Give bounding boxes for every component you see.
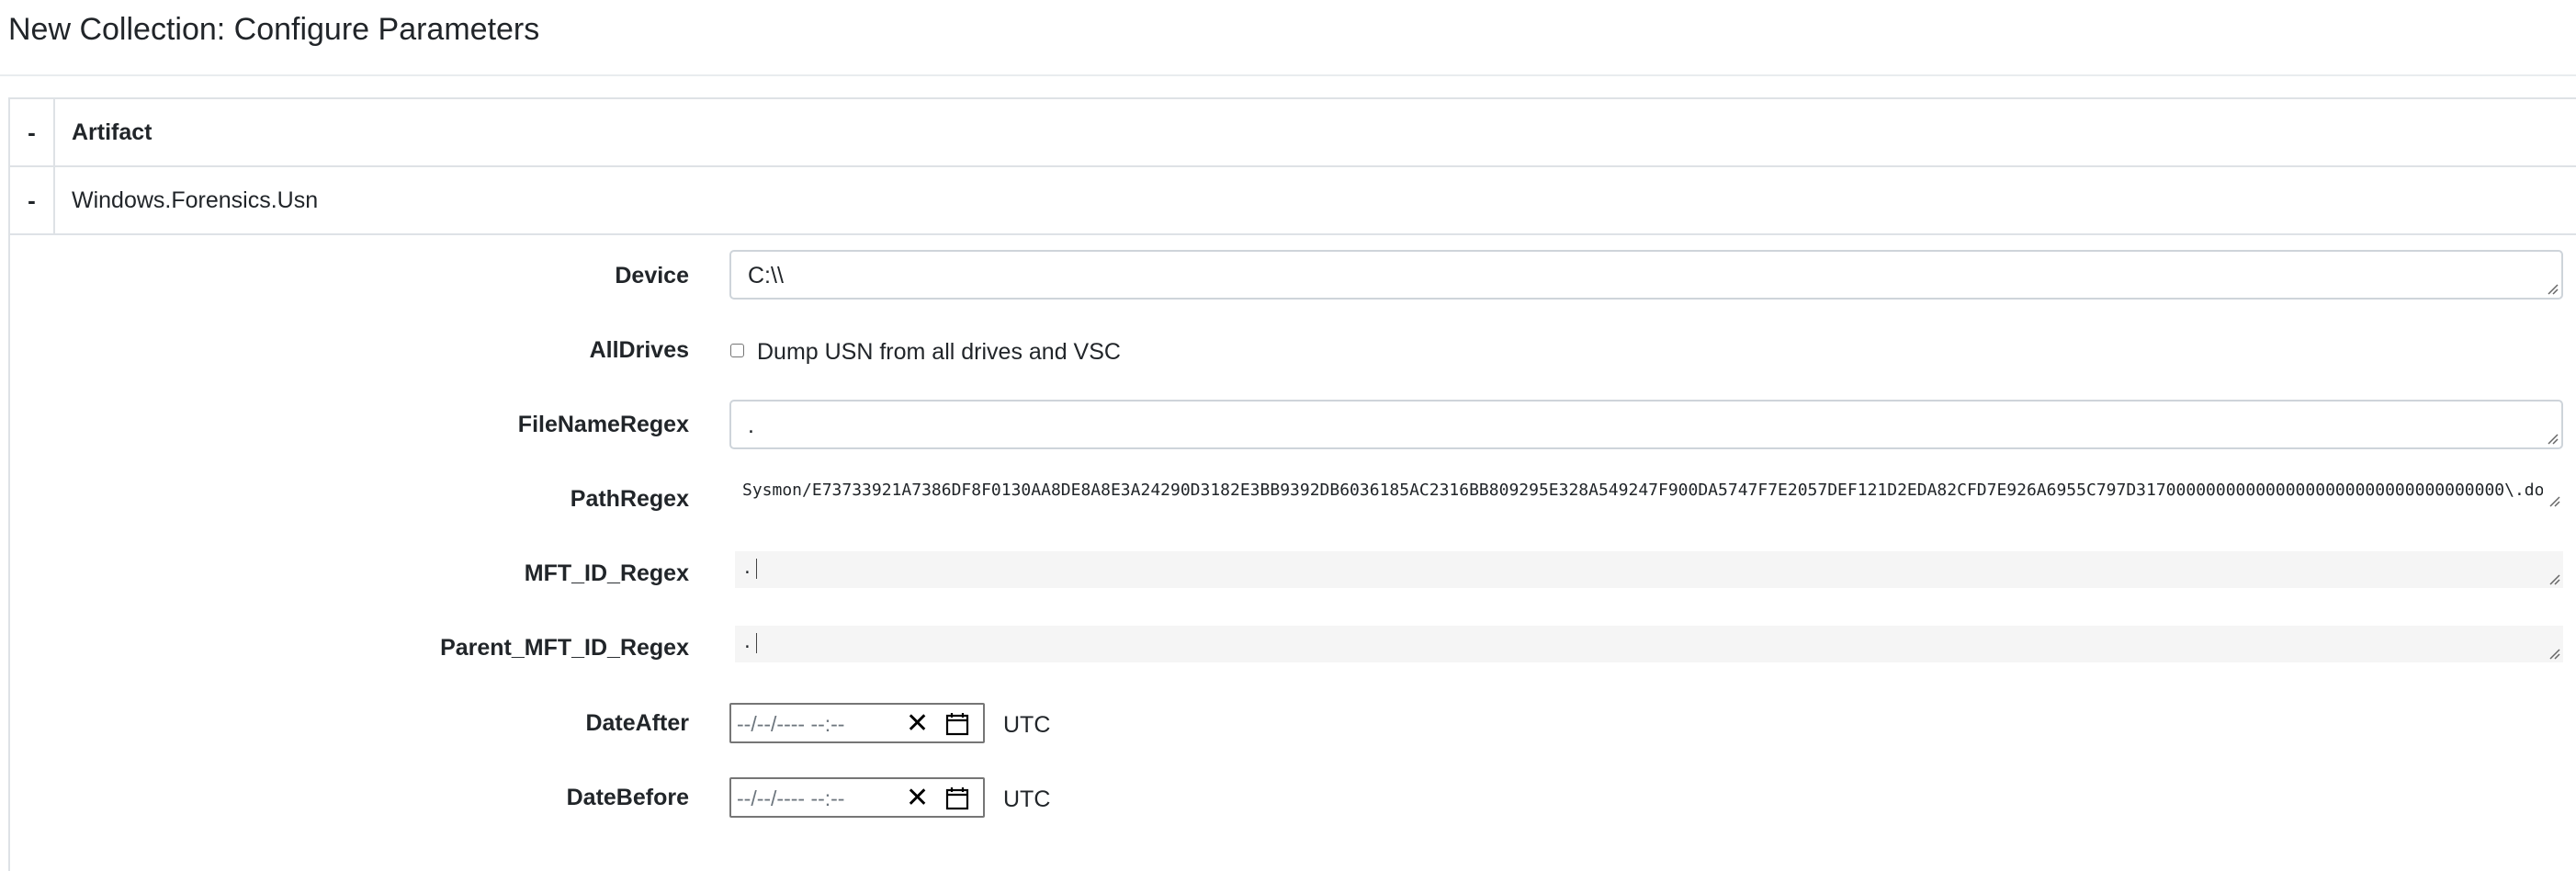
- pathregex-label: PathRegex: [570, 486, 689, 512]
- parent-mft-id-regex-editor[interactable]: .: [735, 626, 2563, 662]
- collapse-all-toggle[interactable]: -: [10, 99, 55, 165]
- mft-id-regex-value: .: [742, 559, 752, 578]
- parent-mft-id-regex-label: Parent_MFT_ID_Regex: [440, 635, 689, 661]
- datebefore-label: DateBefore: [566, 785, 689, 810]
- datebefore-input[interactable]: --/--/---- --:-- ✕: [729, 777, 985, 818]
- resize-grip-icon[interactable]: [2544, 280, 2559, 295]
- artifact-name: Windows.Forensics.Usn: [72, 187, 319, 213]
- alldrives-label: AllDrives: [589, 337, 689, 363]
- filenameregex-input[interactable]: .: [729, 400, 2563, 449]
- resize-grip-icon[interactable]: [2546, 492, 2560, 507]
- calendar-icon[interactable]: [945, 712, 969, 736]
- dateafter-placeholder: --/--/---- --:--: [737, 712, 845, 736]
- dateafter-input[interactable]: --/--/---- --:-- ✕: [729, 703, 985, 743]
- table-header-row: - Artifact: [10, 99, 2576, 167]
- pathregex-value: Sysmon/E73733921A7386DF8F0130AA8DE8A8E3A…: [742, 481, 2543, 500]
- title-divider: [0, 74, 2576, 76]
- artifact-row: - Windows.Forensics.Usn: [10, 167, 2576, 235]
- filenameregex-label: FileNameRegex: [517, 412, 689, 437]
- device-input[interactable]: C:\\: [729, 250, 2563, 300]
- resize-grip-icon[interactable]: [2544, 430, 2559, 445]
- pathregex-editor[interactable]: Sysmon/E73733921A7386DF8F0130AA8DE8A8E3A…: [735, 473, 2563, 510]
- parent-mft-id-regex-text: .: [742, 633, 757, 653]
- clear-icon[interactable]: ✕: [906, 707, 929, 740]
- text-cursor: [755, 633, 757, 653]
- text-cursor: [755, 559, 757, 579]
- datebefore-placeholder: --/--/---- --:--: [737, 786, 845, 810]
- dateafter-label: DateAfter: [585, 710, 689, 736]
- calendar-icon[interactable]: [945, 786, 969, 810]
- filenameregex-value: .: [748, 413, 754, 438]
- mft-id-regex-editor[interactable]: .: [735, 551, 2563, 588]
- clear-icon[interactable]: ✕: [906, 782, 929, 814]
- mft-id-regex-label: MFT_ID_Regex: [524, 560, 689, 586]
- device-value: C:\\: [748, 263, 784, 288]
- dateafter-timezone: UTC: [1003, 712, 1051, 738]
- alldrives-checkbox-label[interactable]: Dump USN from all drives and VSC: [757, 339, 1121, 366]
- page-title: New Collection: Configure Parameters: [8, 12, 540, 47]
- datebefore-timezone: UTC: [1003, 786, 1051, 812]
- parent-mft-id-regex-value: .: [742, 633, 752, 652]
- resize-grip-icon[interactable]: [2546, 571, 2560, 585]
- mft-id-regex-text: .: [742, 559, 757, 579]
- resize-grip-icon[interactable]: [2546, 645, 2560, 660]
- artifact-column-header: Artifact: [72, 119, 153, 145]
- device-label: Device: [615, 263, 689, 288]
- alldrives-checkbox[interactable]: [730, 344, 744, 357]
- artifact-collapse-toggle[interactable]: -: [10, 167, 55, 233]
